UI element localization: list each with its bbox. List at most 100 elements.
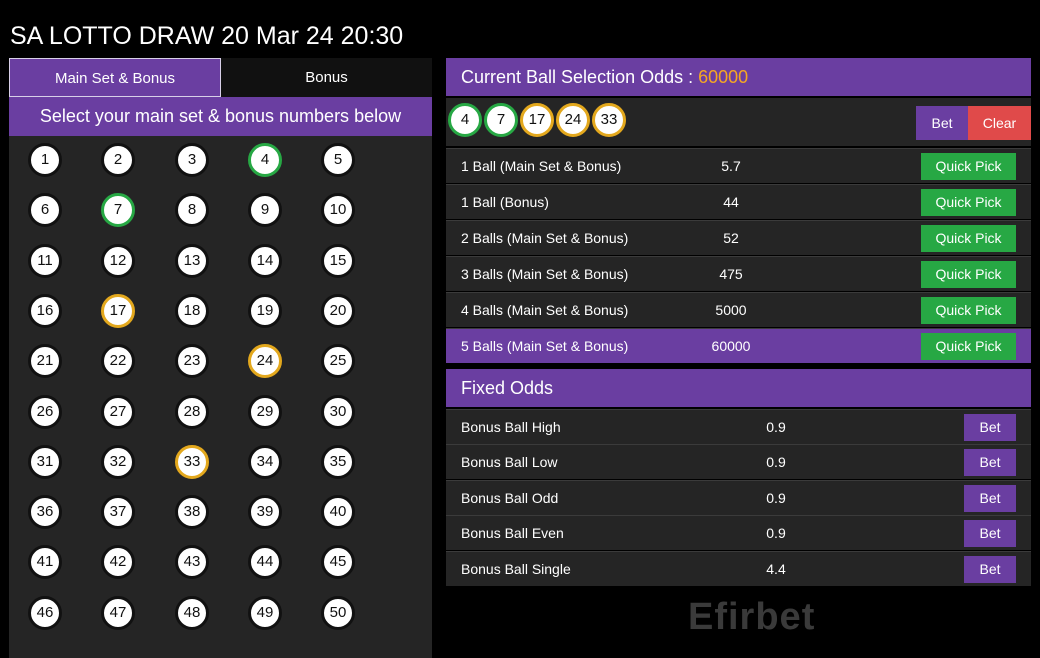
number-ball[interactable]: 32 <box>101 444 135 479</box>
odds-row-label: 5 Balls (Main Set & Bonus) <box>461 338 629 354</box>
number-ball[interactable]: 11 <box>28 243 62 278</box>
number-ball[interactable]: 2 <box>101 143 135 177</box>
fixed-bet-button[interactable]: Bet <box>964 485 1016 512</box>
number-ball[interactable]: 24 <box>248 344 282 379</box>
number-ball[interactable]: 34 <box>248 444 282 479</box>
number-ball[interactable]: 50 <box>321 595 355 630</box>
current-odds-value: 60000 <box>698 67 749 87</box>
quick-pick-button[interactable]: Quick Pick <box>921 333 1016 360</box>
fixed-odds-label: Bonus Ball High <box>461 419 561 435</box>
quick-pick-button[interactable]: Quick Pick <box>921 225 1016 252</box>
number-ball[interactable]: 6 <box>28 193 62 228</box>
number-ball[interactable]: 10 <box>321 193 355 228</box>
odds-row-value: 52 <box>723 230 739 246</box>
number-ball[interactable]: 40 <box>321 495 355 530</box>
fixed-odds-value: 0.9 <box>766 419 786 435</box>
number-ball[interactable]: 19 <box>248 293 282 328</box>
current-odds-label: Current Ball Selection Odds : <box>461 67 694 87</box>
quick-pick-button[interactable]: Quick Pick <box>921 261 1016 288</box>
number-ball[interactable]: 3 <box>175 143 209 177</box>
number-ball[interactable]: 41 <box>28 545 62 580</box>
fixed-odds-value: 0.9 <box>766 490 786 506</box>
selected-ball: 33 <box>592 103 626 137</box>
number-ball[interactable]: 15 <box>321 243 355 278</box>
odds-row: 1 Ball (Main Set & Bonus) 5.7 Quick Pick <box>446 148 1031 183</box>
number-ball[interactable]: 30 <box>321 394 355 429</box>
tab-bar: Main Set & Bonus Bonus <box>9 58 432 97</box>
number-ball[interactable]: 42 <box>101 545 135 580</box>
number-ball[interactable]: 21 <box>28 344 62 379</box>
number-ball[interactable]: 1 <box>28 143 62 177</box>
number-ball[interactable]: 13 <box>175 243 209 278</box>
fixed-odds-label: Bonus Ball Low <box>461 454 558 470</box>
number-ball[interactable]: 44 <box>248 545 282 580</box>
number-ball[interactable]: 23 <box>175 344 209 379</box>
fixed-odds-row: Bonus Ball Even 0.9 Bet <box>446 515 1031 550</box>
number-ball[interactable]: 17 <box>101 293 135 328</box>
number-ball[interactable]: 14 <box>248 243 282 278</box>
number-ball[interactable]: 49 <box>248 595 282 630</box>
number-ball[interactable]: 20 <box>321 293 355 328</box>
number-ball[interactable]: 16 <box>28 293 62 328</box>
fixed-bet-button[interactable]: Bet <box>964 449 1016 476</box>
current-odds-header: Current Ball Selection Odds : 60000 <box>446 58 1031 96</box>
odds-row-value: 5.7 <box>721 158 741 174</box>
quick-pick-button[interactable]: Quick Pick <box>921 153 1016 180</box>
number-ball[interactable]: 28 <box>175 394 209 429</box>
number-ball[interactable]: 7 <box>101 193 135 228</box>
number-ball[interactable]: 5 <box>321 143 355 177</box>
fixed-odds-value: 0.9 <box>766 525 786 541</box>
tab-main-set-bonus[interactable]: Main Set & Bonus <box>9 58 221 97</box>
fixed-odds-row: Bonus Ball Low 0.9 Bet <box>446 444 1031 479</box>
number-ball[interactable]: 25 <box>321 344 355 379</box>
number-ball[interactable]: 9 <box>248 193 282 228</box>
odds-row: 1 Ball (Bonus) 44 Quick Pick <box>446 184 1031 219</box>
fixed-bet-button[interactable]: Bet <box>964 520 1016 547</box>
fixed-bet-button[interactable]: Bet <box>964 414 1016 441</box>
number-ball[interactable]: 47 <box>101 595 135 630</box>
number-ball[interactable]: 31 <box>28 444 62 479</box>
fixed-odds-row: Bonus Ball Single 4.4 Bet <box>446 551 1031 586</box>
number-ball[interactable]: 18 <box>175 293 209 328</box>
bet-button[interactable]: Bet <box>916 106 968 140</box>
number-ball[interactable]: 26 <box>28 394 62 429</box>
clear-button[interactable]: Clear <box>968 106 1031 140</box>
number-ball[interactable]: 29 <box>248 394 282 429</box>
odds-row-label: 4 Balls (Main Set & Bonus) <box>461 302 629 318</box>
number-ball[interactable]: 36 <box>28 495 62 530</box>
number-ball[interactable]: 37 <box>101 495 135 530</box>
fixed-odds-header: Fixed Odds <box>446 369 1031 407</box>
number-ball[interactable]: 22 <box>101 344 135 379</box>
instruction-banner: Select your main set & bonus numbers bel… <box>9 97 432 136</box>
selected-balls-row: 4 7 17 24 33 Bet Clear <box>446 98 1031 146</box>
number-ball[interactable]: 48 <box>175 595 209 630</box>
odds-row-value: 5000 <box>715 302 747 318</box>
selected-ball: 4 <box>448 103 482 137</box>
number-ball[interactable]: 45 <box>321 545 355 580</box>
odds-row: 4 Balls (Main Set & Bonus) 5000 Quick Pi… <box>446 292 1031 327</box>
number-ball[interactable]: 35 <box>321 444 355 479</box>
number-ball[interactable]: 4 <box>248 143 282 177</box>
fixed-odds-label: Bonus Ball Odd <box>461 490 559 506</box>
number-ball[interactable]: 43 <box>175 545 209 580</box>
odds-row-label: 1 Ball (Main Set & Bonus) <box>461 158 622 174</box>
odds-row-active[interactable]: 5 Balls (Main Set & Bonus) 60000 Quick P… <box>446 328 1031 363</box>
odds-row-value: 44 <box>723 194 739 210</box>
tab-bonus[interactable]: Bonus <box>221 58 432 97</box>
quick-pick-button[interactable]: Quick Pick <box>921 189 1016 216</box>
odds-row-label: 3 Balls (Main Set & Bonus) <box>461 266 629 282</box>
number-ball[interactable]: 33 <box>175 444 209 479</box>
fixed-bet-button[interactable]: Bet <box>964 556 1016 583</box>
number-ball[interactable]: 27 <box>101 394 135 429</box>
number-ball[interactable]: 39 <box>248 495 282 530</box>
number-ball[interactable]: 46 <box>28 595 62 630</box>
number-ball[interactable]: 8 <box>175 193 209 228</box>
quick-pick-button[interactable]: Quick Pick <box>921 297 1016 324</box>
number-ball[interactable]: 12 <box>101 243 135 278</box>
fixed-odds-label: Bonus Ball Even <box>461 525 564 541</box>
fixed-odds-row: Bonus Ball High 0.9 Bet <box>446 409 1031 444</box>
selected-ball: 7 <box>484 103 518 137</box>
number-ball[interactable]: 38 <box>175 495 209 530</box>
fixed-odds-value: 0.9 <box>766 454 786 470</box>
odds-panel: Current Ball Selection Odds : 60000 4 7 … <box>446 58 1031 588</box>
